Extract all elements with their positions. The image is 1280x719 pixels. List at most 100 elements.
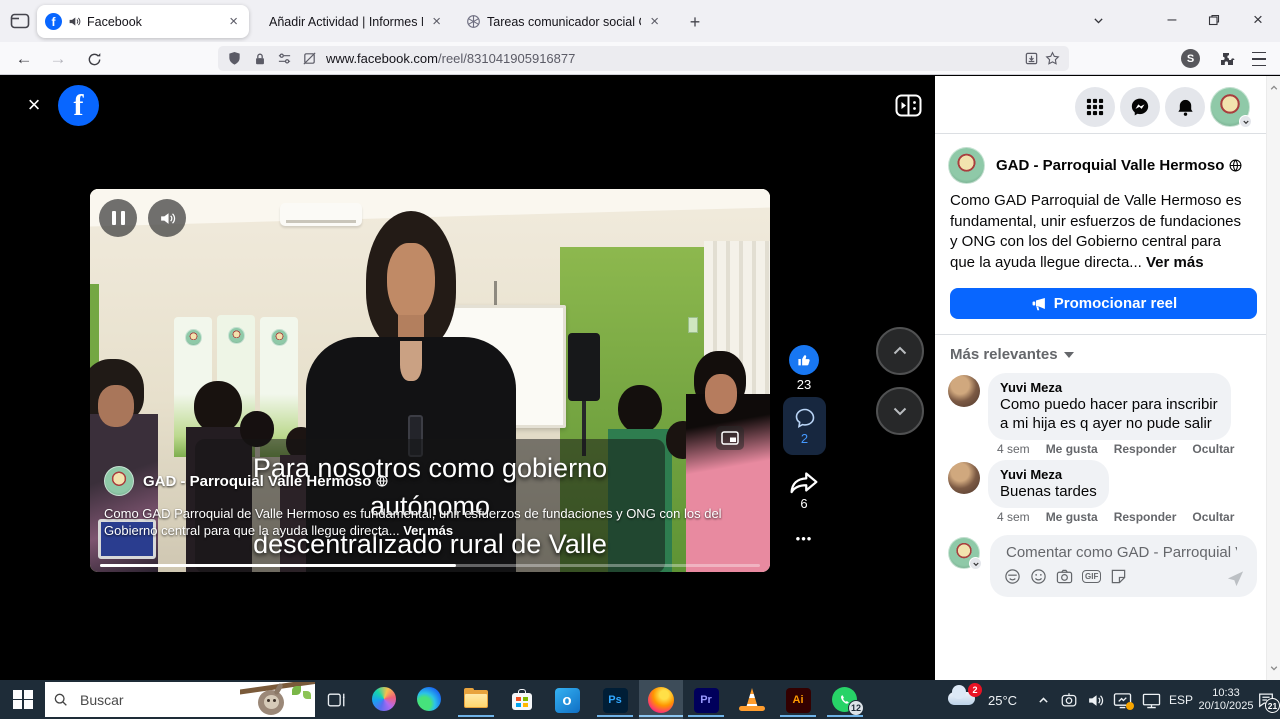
messenger-icon[interactable] — [1120, 87, 1160, 127]
account-avatar[interactable] — [1210, 87, 1250, 127]
sticker-icon[interactable] — [1110, 568, 1127, 585]
gif-icon[interactable]: GIF — [1082, 570, 1101, 583]
bookmark-star-icon[interactable] — [1044, 50, 1061, 67]
url-text[interactable]: www.facebook.com/reel/831041905916877 — [326, 51, 1023, 66]
menu-hamburger-icon[interactable] — [1246, 47, 1272, 71]
scroll-up-icon[interactable] — [1268, 82, 1280, 94]
more-options-icon[interactable]: ••• — [783, 531, 825, 546]
url-bar[interactable]: www.facebook.com/reel/831041905916877 — [218, 46, 1069, 71]
commenter-avatar[interactable] — [948, 462, 980, 494]
volume-button[interactable] — [148, 199, 186, 237]
like-link[interactable]: Me gusta — [1046, 442, 1098, 456]
tab-close-icon[interactable]: × — [226, 13, 241, 30]
tray-expand-icon[interactable] — [1033, 690, 1053, 710]
comment-time[interactable]: 4 sem — [997, 510, 1030, 524]
page-name[interactable]: GAD - Parroquial Valle Hermoso — [143, 473, 371, 490]
reel-video[interactable]: Para nosotros como gobierno autónomo des… — [90, 189, 770, 572]
hide-link[interactable]: Ocultar — [1192, 510, 1234, 524]
language-indicator[interactable]: ESP — [1164, 690, 1198, 710]
volume-tray-icon[interactable] — [1084, 690, 1106, 710]
photoshop-icon[interactable]: Ps — [602, 687, 628, 713]
promote-reel-button[interactable]: Promocionar reel — [950, 288, 1257, 319]
sidebar-toggle-icon[interactable] — [894, 92, 922, 118]
extension-s-icon[interactable]: S — [1181, 49, 1200, 68]
tab-close-icon[interactable]: × — [647, 13, 662, 30]
comment-composer[interactable]: GIF — [990, 535, 1257, 597]
maximize-button[interactable] — [1192, 0, 1236, 40]
comment-time[interactable]: 4 sem — [997, 442, 1030, 456]
firefox-icon[interactable] — [648, 687, 674, 713]
comments-button[interactable]: 2 — [783, 397, 826, 455]
minimize-button[interactable]: – — [1150, 0, 1194, 40]
scroll-down-icon[interactable] — [1268, 662, 1280, 674]
camera-icon[interactable] — [1056, 568, 1073, 585]
autoplay-blocked-icon[interactable] — [301, 50, 318, 67]
see-more-link[interactable]: Ver más — [403, 523, 453, 538]
comment-author[interactable]: Yuvi Meza — [1000, 380, 1219, 395]
comment-input[interactable] — [1004, 543, 1239, 562]
like-icon[interactable] — [789, 345, 819, 375]
page-avatar[interactable] — [104, 466, 134, 496]
tab-informes[interactable]: Añadir Actividad | Informes Mensua × — [255, 5, 452, 38]
list-tabs-icon[interactable] — [1076, 0, 1120, 40]
back-button[interactable]: ← — [10, 47, 38, 71]
temperature-label[interactable]: 25°C — [988, 693, 1017, 708]
previous-reel-button[interactable] — [876, 327, 924, 375]
picture-in-picture-icon[interactable] — [716, 426, 744, 450]
window-close-button[interactable]: × — [1236, 0, 1280, 40]
whatsapp-icon[interactable]: 12 — [832, 687, 858, 713]
tab-tareas[interactable]: Tareas comunicador social GAD × — [458, 5, 670, 38]
shield-icon[interactable] — [226, 50, 243, 67]
new-tab-button[interactable]: + — [682, 9, 708, 35]
commenter-avatar[interactable] — [948, 375, 980, 407]
sort-comments-dropdown[interactable]: Más relevantes — [950, 346, 1074, 363]
notifications-bell-icon[interactable] — [1165, 87, 1205, 127]
taskbar-clock[interactable]: 10:33 20/10/2025 — [1198, 687, 1254, 713]
pause-button[interactable] — [99, 199, 137, 237]
emoji-icon[interactable] — [1030, 568, 1047, 585]
like-link[interactable]: Me gusta — [1046, 510, 1098, 524]
tab-audio-icon[interactable] — [68, 15, 81, 28]
reply-link[interactable]: Responder — [1114, 510, 1177, 524]
facebook-logo[interactable]: f — [58, 85, 99, 126]
edge-icon[interactable] — [417, 687, 443, 713]
file-explorer-icon[interactable] — [463, 687, 489, 713]
reply-link[interactable]: Responder — [1114, 442, 1177, 456]
video-page-header[interactable]: GAD - Parroquial Valle Hermoso — [104, 466, 388, 496]
notification-center-icon[interactable]: 21 — [1254, 689, 1278, 711]
taskbar-search[interactable] — [45, 682, 315, 717]
apps-grid-icon[interactable] — [1075, 87, 1115, 127]
video-progress-bar[interactable] — [100, 564, 760, 567]
see-more-link[interactable]: Ver más — [1146, 254, 1204, 271]
save-page-icon[interactable] — [1023, 50, 1040, 67]
network-icon[interactable] — [1139, 690, 1163, 710]
cast-screen-icon[interactable] — [1110, 690, 1134, 710]
send-comment-icon[interactable] — [1226, 569, 1245, 588]
task-view-icon[interactable] — [324, 687, 350, 713]
avatar-sticker-icon[interactable] — [1004, 568, 1021, 585]
outlook-icon[interactable]: o — [554, 687, 580, 713]
meet-now-icon[interactable] — [1058, 690, 1080, 710]
search-input[interactable] — [78, 691, 198, 709]
illustrator-icon[interactable]: Ai — [785, 687, 811, 713]
comment-author[interactable]: Yuvi Meza — [1000, 467, 1097, 482]
reload-icon[interactable] — [80, 47, 108, 71]
share-icon[interactable] — [783, 466, 825, 498]
weather-icon[interactable]: 2 — [948, 692, 975, 705]
lock-icon[interactable] — [251, 50, 268, 67]
next-reel-button[interactable] — [876, 387, 924, 435]
close-reel-icon[interactable]: × — [22, 93, 46, 117]
firefox-view-icon[interactable] — [8, 10, 32, 32]
tab-close-icon[interactable]: × — [429, 13, 444, 30]
tab-facebook[interactable]: f Facebook × — [37, 5, 249, 38]
permissions-icon[interactable] — [276, 50, 293, 67]
composer-avatar[interactable] — [948, 537, 980, 569]
copilot-icon[interactable] — [372, 687, 398, 713]
hide-link[interactable]: Ocultar — [1192, 442, 1234, 456]
microsoft-store-icon[interactable] — [509, 687, 535, 713]
sidebar-scrollbar[interactable] — [1266, 76, 1280, 680]
forward-button[interactable]: → — [44, 47, 72, 71]
firefox-active-slab[interactable] — [639, 680, 683, 719]
start-button[interactable] — [6, 680, 40, 719]
extensions-puzzle-icon[interactable] — [1214, 47, 1240, 71]
